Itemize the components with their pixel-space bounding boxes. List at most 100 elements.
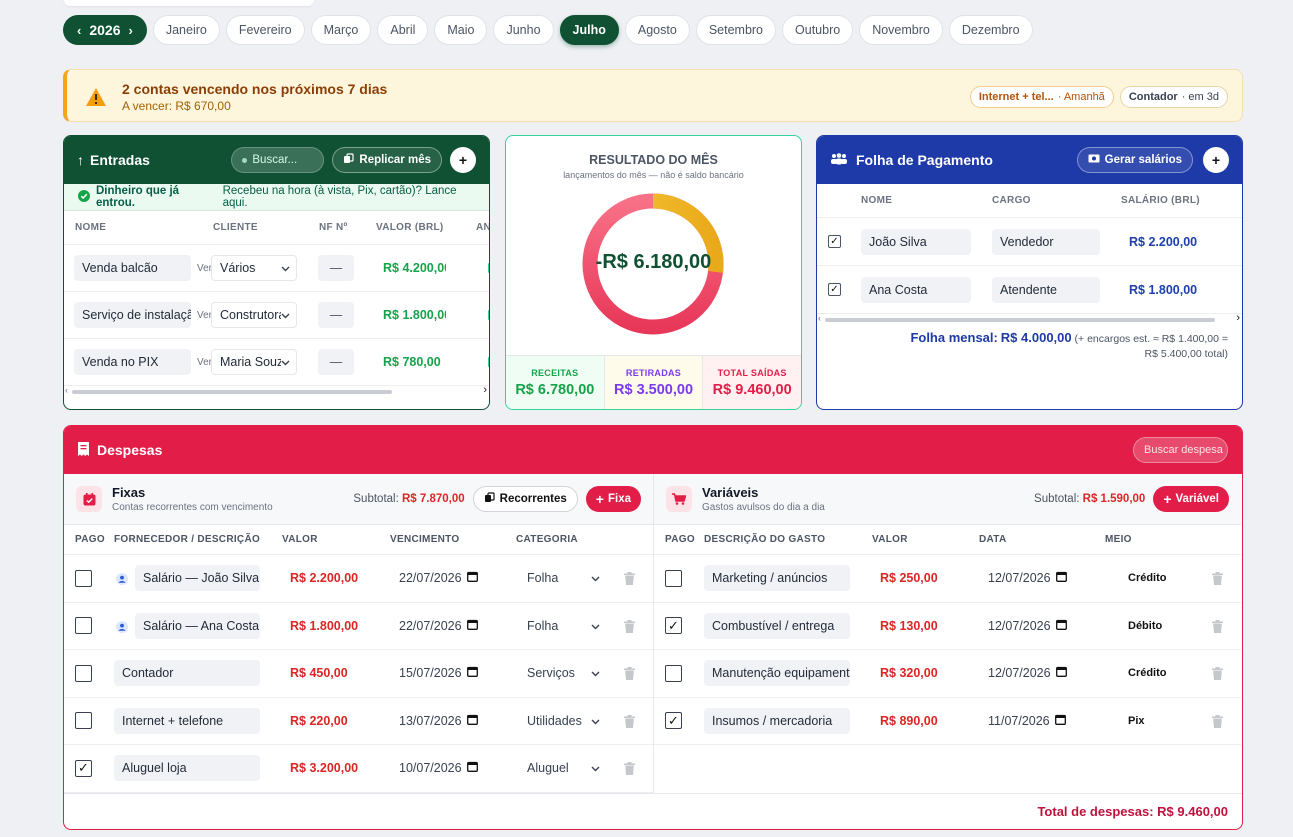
entrada-nf-input[interactable]: — (318, 302, 354, 328)
add-funcionario-button[interactable]: + (1203, 147, 1229, 173)
funcionario-salario-input[interactable]: R$ 1.800,00 (1129, 283, 1197, 297)
pago-checkbox[interactable]: ✓ (665, 712, 682, 730)
pago-checkbox[interactable] (75, 569, 92, 587)
add-entrada-button[interactable]: + (450, 147, 476, 173)
fixa-valor-input[interactable]: R$ 3.200,00 (290, 761, 362, 775)
scroll-left-icon[interactable]: ‹ (65, 385, 68, 395)
pago-checkbox[interactable] (75, 664, 92, 682)
month-tab-novembro[interactable]: Novembro (859, 15, 943, 45)
horizontal-scrollbar[interactable]: ‹ › (64, 384, 489, 398)
calendar-icon[interactable] (466, 666, 478, 680)
pago-checkbox[interactable] (665, 664, 682, 682)
fixa-descricao-input[interactable]: Salário — João Silva (135, 565, 260, 592)
fixa-descricao-input[interactable]: Internet + telefone (114, 707, 260, 734)
chevron-left-icon[interactable]: ‹ (77, 23, 81, 38)
month-tab-agosto[interactable]: Agosto (624, 15, 690, 45)
recorrentes-button[interactable]: Recorrentes (472, 486, 578, 512)
fixa-valor-input[interactable]: R$ 1.800,00 (290, 619, 362, 633)
pago-checkbox[interactable]: ✓ (665, 617, 682, 635)
variavel-valor-input[interactable]: R$ 250,00 (880, 571, 938, 585)
variavel-data-input[interactable]: 12/07/2026 (988, 666, 1067, 680)
variavel-meio-select[interactable]: Crédito (1128, 667, 1167, 679)
trash-icon[interactable] (1212, 714, 1223, 731)
entrada-cliente-select[interactable]: Construtora (211, 302, 297, 328)
fixa-valor-input[interactable]: R$ 450,00 (290, 666, 362, 680)
fixa-categoria-select[interactable]: Folha (527, 571, 600, 585)
entrada-nome-input[interactable]: Venda no PIX (74, 349, 191, 375)
variavel-data-input[interactable]: 12/07/2026 (988, 619, 1067, 633)
fixa-vencimento-input[interactable]: 15/07/2026 (399, 666, 478, 680)
entradas-search-input[interactable]: Buscar... (231, 147, 325, 173)
month-tab-fevereiro[interactable]: Fevereiro (225, 15, 305, 45)
calendar-icon[interactable] (1055, 619, 1067, 633)
entrada-valor-input[interactable]: R$ 1.800,00 (383, 308, 446, 322)
trash-icon[interactable] (624, 714, 635, 731)
funcionario-salario-input[interactable]: R$ 2.200,00 (1129, 235, 1197, 249)
funcionario-nome-input[interactable]: Ana Costa (861, 276, 971, 303)
month-tab-janeiro[interactable]: Janeiro (152, 15, 220, 45)
fixa-valor-input[interactable]: R$ 2.200,00 (290, 571, 362, 585)
entrada-valor-input[interactable]: R$ 4.200,00 (383, 261, 446, 275)
scroll-left-icon[interactable]: ‹ (818, 313, 821, 323)
fixa-descricao-input[interactable]: Salário — Ana Costa (135, 612, 260, 639)
variavel-meio-select[interactable]: Pix (1128, 715, 1145, 727)
fixa-categoria-select[interactable]: Folha (527, 619, 600, 633)
trash-icon[interactable] (624, 667, 635, 683)
entrada-nf-input[interactable]: — (318, 255, 354, 281)
variavel-meio-select[interactable]: Débito (1128, 620, 1162, 632)
trash-icon[interactable] (1212, 572, 1223, 588)
despesas-search-input[interactable]: Buscar despesa (1133, 437, 1228, 463)
variavel-descricao-input[interactable]: Manutenção equipamento (704, 660, 850, 687)
calendar-icon[interactable] (466, 571, 478, 585)
variavel-descricao-input[interactable]: Insumos / mercadoria (704, 707, 850, 734)
add-fixa-button[interactable]: + Fixa (585, 486, 641, 512)
gerar-salarios-button[interactable]: Gerar salários (1076, 147, 1193, 173)
due-chip-contador[interactable]: Contador · em 3d (1119, 86, 1228, 108)
fixa-categoria-select[interactable]: Aluguel (527, 761, 600, 775)
trash-icon[interactable] (624, 762, 635, 778)
funcionario-nome-input[interactable]: João Silva (861, 228, 971, 255)
month-tab-julho[interactable]: Julho (559, 15, 619, 45)
variavel-meio-select[interactable]: Crédito (1128, 572, 1167, 584)
fixa-vencimento-input[interactable]: 22/07/2026 (399, 619, 478, 633)
fixa-vencimento-input[interactable]: 22/07/2026 (399, 571, 478, 585)
scroll-right-icon[interactable]: › (1236, 312, 1240, 324)
month-tab-setembro[interactable]: Setembro (695, 15, 777, 45)
calendar-icon[interactable] (1054, 714, 1066, 728)
horizontal-scrollbar[interactable]: ‹ › (817, 312, 1242, 326)
pago-checkbox[interactable] (75, 712, 92, 730)
funcionario-active-checkbox[interactable]: ✓ (828, 235, 841, 248)
trash-icon[interactable] (1212, 619, 1223, 636)
fixa-valor-input[interactable]: R$ 220,00 (290, 714, 362, 728)
entrada-nome-input[interactable]: Serviço de instalação (74, 302, 191, 328)
entrada-cliente-select[interactable]: Maria Souza (211, 349, 297, 375)
trash-icon[interactable] (1212, 667, 1223, 683)
entrada-cliente-select[interactable]: Vários (211, 255, 297, 281)
calendar-icon[interactable] (1055, 666, 1067, 680)
fixa-categoria-select[interactable]: Serviços (527, 666, 600, 680)
fixa-vencimento-input[interactable]: 10/07/2026 (399, 761, 478, 775)
due-chip-internet[interactable]: Internet + tel... · Amanhã (969, 86, 1114, 108)
add-variavel-button[interactable]: + Variável (1153, 486, 1229, 512)
variavel-valor-input[interactable]: R$ 890,00 (880, 714, 938, 728)
month-tab-abril[interactable]: Abril (377, 15, 429, 45)
year-selector[interactable]: ‹ 2026 › (63, 15, 147, 45)
month-tab-junho[interactable]: Junho (493, 15, 554, 45)
trash-icon[interactable] (624, 619, 635, 636)
variavel-data-input[interactable]: 11/07/2026 (988, 714, 1066, 728)
calendar-icon[interactable] (466, 761, 478, 775)
pago-checkbox[interactable] (665, 569, 682, 587)
variavel-descricao-input[interactable]: Combustível / entrega (704, 612, 850, 639)
pago-checkbox[interactable] (75, 617, 92, 635)
trash-icon[interactable] (624, 572, 635, 588)
calendar-icon[interactable] (1055, 571, 1067, 585)
calendar-icon[interactable] (466, 619, 478, 633)
fixa-categoria-select[interactable]: Utilidades (527, 714, 600, 728)
entrada-nf-input[interactable]: — (318, 349, 354, 375)
entrada-nome-input[interactable]: Venda balcão (74, 255, 191, 281)
variavel-descricao-input[interactable]: Marketing / anúncios (704, 565, 850, 592)
variavel-valor-input[interactable]: R$ 320,00 (880, 666, 938, 680)
variavel-data-input[interactable]: 12/07/2026 (988, 571, 1067, 585)
entrada-valor-input[interactable]: R$ 780,00 (383, 355, 446, 369)
fixa-descricao-input[interactable]: Aluguel loja (114, 755, 260, 782)
